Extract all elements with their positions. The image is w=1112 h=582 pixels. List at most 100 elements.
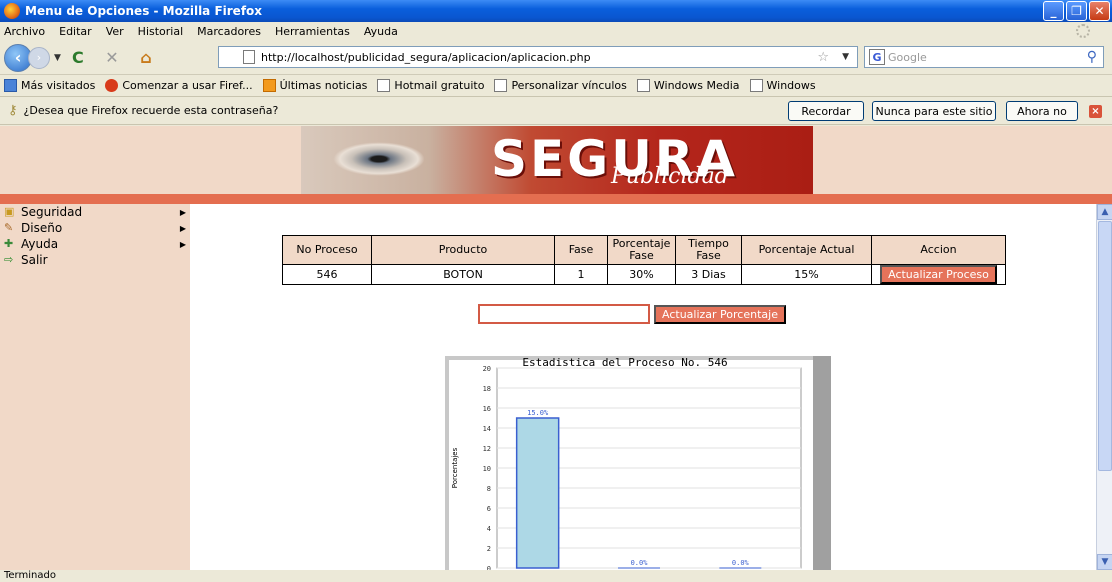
remember-button[interactable]: Recordar [788, 101, 864, 121]
update-percent-button[interactable]: Actualizar Porcentaje [654, 304, 786, 324]
page-icon [636, 79, 650, 92]
data-label: 15.0% [527, 409, 549, 417]
menu-marcadores[interactable]: Marcadores [197, 25, 261, 38]
sidebar-menu: ▣ Seguridad ▶ ✎ Diseño ▶ ✚ Ayuda ▶ ⇨ Sal… [0, 204, 190, 570]
help-icon: ✚ [4, 237, 14, 250]
submenu-arrow-icon: ▶ [179, 239, 186, 249]
lock-icon: ▣ [4, 205, 15, 218]
sidebar-item-seguridad[interactable]: ▣ Seguridad ▶ [0, 204, 190, 220]
restore-button[interactable]: ❐ [1066, 1, 1087, 21]
column-header: Accion [871, 235, 1006, 265]
bookmark-label: Windows Media [653, 79, 740, 92]
y-tick-label: 4 [487, 525, 491, 533]
bookmark-mas-visitados[interactable]: Más visitados [4, 79, 95, 92]
key-icon: ⚷ [8, 103, 18, 118]
data-label: 0.0% [631, 559, 649, 567]
scroll-down-icon[interactable]: ▼ [1097, 554, 1112, 570]
url-bar[interactable]: http://localhost/publicidad_segura/aplic… [218, 46, 858, 68]
bookmark-personalizar[interactable]: Personalizar vínculos [494, 79, 627, 92]
menu-ayuda[interactable]: Ayuda [364, 25, 398, 38]
submenu-arrow-icon: ▶ [179, 223, 186, 233]
close-button[interactable]: ✕ [1089, 1, 1110, 21]
percent-input[interactable] [478, 304, 650, 324]
chart-svg: Estadistica del Proceso No. 546024681012… [445, 356, 831, 570]
not-now-button[interactable]: Ahora no [1006, 101, 1078, 121]
throbber-icon [1076, 24, 1090, 38]
chart-bar [515, 417, 560, 569]
search-icon[interactable]: ⚲ [1087, 49, 1097, 65]
bookmark-label: Personalizar vínculos [511, 79, 627, 92]
minimize-button[interactable]: _ [1043, 1, 1064, 21]
bookmark-comenzar[interactable]: Comenzar a usar Firef... [105, 79, 253, 92]
sidebar-item-diseno[interactable]: ✎ Diseño ▶ [0, 220, 190, 236]
sidebar-item-salir[interactable]: ⇨ Salir [0, 252, 190, 268]
exit-arrow-icon: ⇨ [4, 253, 14, 266]
navigation-toolbar: ‹ › ▼ C ✕ ⌂ http://localhost/publicidad_… [0, 41, 1112, 75]
y-tick-label: 12 [483, 445, 491, 453]
home-icon[interactable]: ⌂ [135, 47, 157, 69]
column-header: Fase [554, 235, 608, 265]
bookmark-star-icon[interactable]: ☆ [817, 50, 829, 65]
url-dropdown-icon[interactable]: ▼ [842, 52, 849, 62]
update-process-button[interactable]: Actualizar Proceso [880, 265, 997, 284]
reload-icon[interactable]: C [67, 47, 89, 69]
bookmark-label: Comenzar a usar Firef... [122, 79, 253, 92]
url-text[interactable]: http://localhost/publicidad_segura/aplic… [261, 51, 591, 64]
search-placeholder[interactable]: Google [888, 51, 927, 64]
header-banner: SEGURA Publicidad [0, 126, 1112, 194]
window-title: Menu de Opciones - Mozilla Firefox [25, 4, 263, 18]
brand-subtitle: Publicidad [611, 164, 729, 189]
bookmark-label: Hotmail gratuito [394, 79, 485, 92]
column-header: No Proceso [282, 235, 372, 265]
scroll-up-icon[interactable]: ▲ [1097, 204, 1112, 220]
bookmark-label: Últimas noticias [279, 79, 368, 92]
bookmark-ultimas-noticias[interactable]: Últimas noticias [262, 79, 368, 92]
vertical-scrollbar[interactable]: ▲ ▼ [1096, 204, 1112, 570]
google-engine-icon[interactable]: G [869, 49, 885, 65]
menu-ver[interactable]: Ver [106, 25, 124, 38]
window-controls: _ ❐ ✕ [1043, 1, 1110, 21]
table-cell: 30% [607, 264, 676, 285]
page-icon [494, 79, 508, 92]
rss-icon [262, 79, 276, 92]
menu-historial[interactable]: Historial [138, 25, 183, 38]
table-header-row: No Proceso Producto Fase Porcentaje Fase… [282, 235, 1006, 265]
y-tick-label: 10 [483, 465, 491, 473]
page-icon [377, 79, 391, 92]
percent-form: Actualizar Porcentaje [478, 304, 786, 324]
column-header: Producto [371, 235, 555, 265]
page-icon [243, 50, 255, 64]
bookmark-windows[interactable]: Windows [749, 79, 816, 92]
never-for-site-button[interactable]: Nunca para este sitio [872, 101, 996, 121]
sidebar-item-label: Diseño [21, 221, 63, 235]
stop-icon[interactable]: ✕ [101, 47, 123, 69]
y-tick-label: 14 [483, 425, 491, 433]
table-cell: Actualizar Proceso [871, 264, 1006, 285]
main-area: No Proceso Producto Fase Porcentaje Fase… [190, 204, 1096, 570]
data-label: 0.0% [732, 559, 750, 567]
forward-button[interactable]: › [28, 46, 50, 69]
password-message: ¿Desea que Firefox recuerde esta contras… [23, 104, 279, 117]
column-header: Tiempo Fase [675, 235, 742, 265]
table-cell: BOTON [371, 264, 555, 285]
sidebar-item-ayuda[interactable]: ✚ Ayuda ▶ [0, 236, 190, 252]
process-table: No Proceso Producto Fase Porcentaje Fase… [282, 235, 1006, 285]
column-header: Porcentaje Actual [741, 235, 872, 265]
history-dropdown-icon[interactable]: ▼ [54, 53, 61, 63]
bookmark-windows-media[interactable]: Windows Media [636, 79, 740, 92]
y-tick-label: 20 [483, 365, 491, 373]
scroll-thumb[interactable] [1098, 221, 1112, 471]
bookmark-hotmail[interactable]: Hotmail gratuito [377, 79, 484, 92]
menu-herramientas[interactable]: Herramientas [275, 25, 350, 38]
banner-image: SEGURA Publicidad [301, 126, 813, 194]
page-icon [749, 79, 763, 92]
table-row: 546 BOTON 1 30% 3 Dias 15% Actualizar Pr… [282, 264, 1006, 285]
sidebar-item-label: Salir [21, 253, 48, 267]
table-cell: 546 [282, 264, 372, 285]
close-notification-icon[interactable]: × [1089, 105, 1102, 118]
search-box[interactable]: G Google ⚲ [864, 46, 1104, 68]
process-chart: Estadistica del Proceso No. 546 0 2 4 6 8 10 12… [445, 356, 831, 570]
sidebar-item-label: Ayuda [21, 237, 59, 251]
menu-editar[interactable]: Editar [59, 25, 92, 38]
menu-archivo[interactable]: Archivo [4, 25, 45, 38]
